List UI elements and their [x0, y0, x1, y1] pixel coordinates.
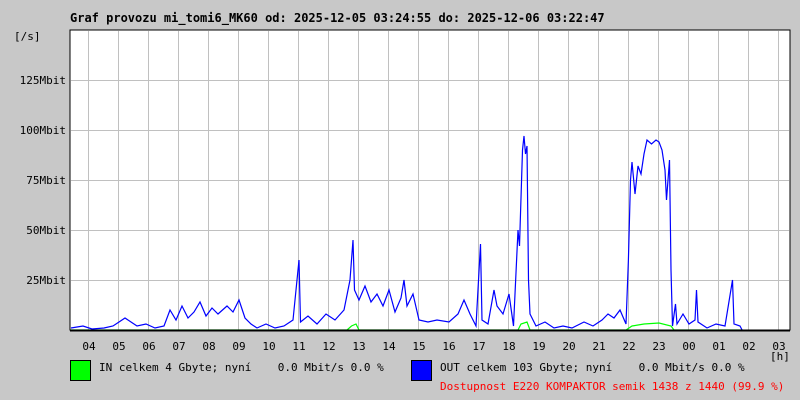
x-tick-label: 14: [382, 340, 396, 353]
x-tick-label: 23: [652, 340, 666, 353]
y-tick-label: 125Mbit: [19, 74, 66, 87]
x-tick-label: 13: [352, 340, 366, 353]
x-unit-label: [h]: [770, 350, 790, 363]
x-tick-label: 05: [112, 340, 126, 353]
y-tick-label: 50Mbit: [26, 224, 66, 237]
y-tick-label: 100Mbit: [19, 124, 66, 137]
x-tick-label: 17: [472, 340, 486, 353]
x-tick-label: 01: [712, 340, 726, 353]
x-tick-label: 09: [232, 340, 246, 353]
x-tick-label: 21: [592, 340, 606, 353]
x-tick-label: 06: [142, 340, 156, 353]
x-tick-label: 00: [682, 340, 696, 353]
availability-text: Dostupnost E220 KOMPAKTOR semik 1438 z 1…: [440, 380, 785, 393]
x-tick-label: 16: [442, 340, 456, 353]
x-tick-label: 02: [742, 340, 756, 353]
x-tick-label: 10: [262, 340, 276, 353]
x-tick-label: 04: [82, 340, 96, 353]
x-tick-label: 11: [292, 340, 306, 353]
x-tick-label: 22: [622, 340, 636, 353]
traffic-graph-page: Graf provozu mi_tomi6_MK60 od: 2025-12-0…: [0, 0, 800, 400]
x-tick-label: 07: [172, 340, 186, 353]
x-tick-label: 19: [532, 340, 546, 353]
x-tick-label: 18: [502, 340, 516, 353]
x-tick-label: 15: [412, 340, 426, 353]
x-tick-label: 20: [562, 340, 576, 353]
legend-in-text: IN celkem 4 Gbyte; nyní 0.0 Mbit/s 0.0 %: [99, 361, 384, 374]
x-tick-label: 08: [202, 340, 216, 353]
legend-in-swatch: [70, 360, 91, 381]
legend-out-text: OUT celkem 103 Gbyte; nyní 0.0 Mbit/s 0.…: [440, 361, 745, 374]
legend-out-swatch: [411, 360, 432, 381]
y-tick-label: 75Mbit: [26, 174, 66, 187]
x-tick-label: 12: [322, 340, 336, 353]
y-tick-label: 25Mbit: [26, 274, 66, 287]
